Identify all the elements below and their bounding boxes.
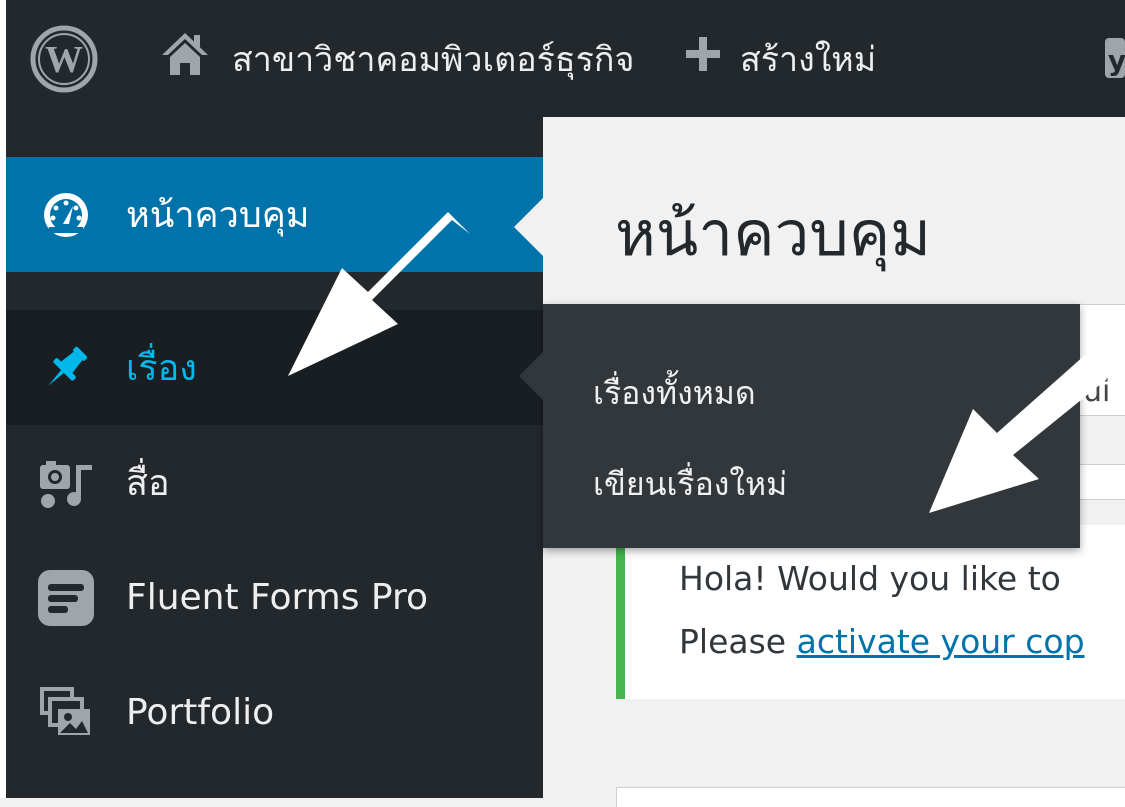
sidebar-item-media[interactable]: สื่อ xyxy=(0,425,543,540)
admin-notice: Hola! Would you like to Please activate … xyxy=(616,525,1125,699)
welcome-panel-text: ui xyxy=(1083,374,1111,409)
sidebar-item-portfolio[interactable]: Portfolio xyxy=(0,655,543,770)
media-icon xyxy=(36,453,96,513)
sidebar-item-label: เรื่อง xyxy=(126,348,197,389)
posts-submenu: เรื่องทั้งหมด เขียนเรื่องใหม่ xyxy=(519,304,1080,548)
svg-text:y: y xyxy=(1108,44,1125,77)
notice-line-1: Hola! Would you like to xyxy=(679,559,1061,598)
page-title: หน้าควบคุม xyxy=(615,197,932,270)
site-name-link[interactable]: สาขาวิชาคอมพิวเตอร์ธุรกิจ xyxy=(160,0,634,117)
sidebar-item-label: สื่อ xyxy=(126,463,170,504)
sidebar-item-label: Fluent Forms Pro xyxy=(126,577,429,618)
submenu-caret xyxy=(519,352,543,400)
site-name-label: สาขาวิชาคอมพิวเตอร์ธุรกิจ xyxy=(232,39,635,80)
new-content-label: สร้างใหม่ xyxy=(740,39,877,80)
submenu-item-add-new-post[interactable]: เขียนเรื่องใหม่ xyxy=(593,459,787,510)
admin-sidebar: หน้าควบคุม เรื่อง สื่อ Fluent Forms Pro … xyxy=(0,117,544,798)
portfolio-icon xyxy=(36,683,96,743)
home-icon xyxy=(160,31,210,86)
notice-line-2: Please activate your cop xyxy=(679,610,1125,673)
sidebar-item-label: Portfolio xyxy=(126,692,275,733)
notice-line-2-prefix: Please xyxy=(679,622,797,661)
submenu-item-all-posts[interactable]: เรื่องทั้งหมด xyxy=(593,368,756,419)
image-border xyxy=(0,0,6,798)
yoast-seo-icon[interactable]: y xyxy=(1105,0,1125,117)
svg-text:W: W xyxy=(45,39,83,81)
fluent-forms-icon xyxy=(36,568,96,628)
current-page-pointer xyxy=(514,197,544,257)
plus-icon xyxy=(684,35,722,82)
admin-bar: W สาขาวิชาคอมพิวเตอร์ธุรกิจ สร้างใหม่ y xyxy=(0,0,1125,117)
new-content-menu[interactable]: สร้างใหม่ xyxy=(684,0,876,117)
activate-copy-link[interactable]: activate your cop xyxy=(797,622,1085,661)
sidebar-item-label: หน้าควบคุม xyxy=(126,195,310,236)
dashboard-icon xyxy=(36,185,96,245)
pushpin-icon xyxy=(36,338,96,398)
sidebar-item-dashboard[interactable]: หน้าควบคุม xyxy=(0,157,544,272)
wordpress-logo-icon[interactable]: W xyxy=(28,0,100,117)
dashboard-widget xyxy=(616,787,1125,807)
sidebar-item-posts[interactable]: เรื่อง xyxy=(0,310,543,425)
sidebar-item-fluent-forms[interactable]: Fluent Forms Pro xyxy=(0,540,543,655)
